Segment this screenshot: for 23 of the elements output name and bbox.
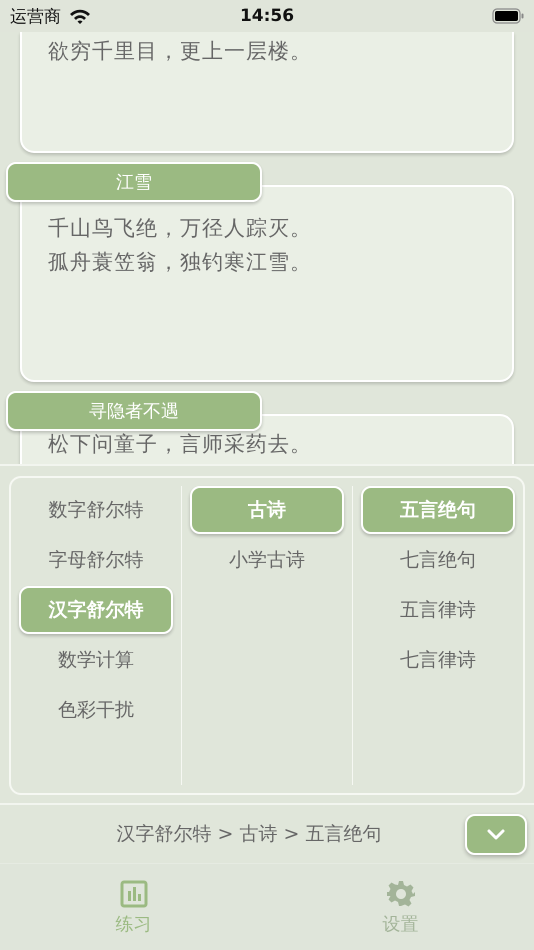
picker-option[interactable]: 数字舒尔特 — [19, 486, 173, 534]
wifi-icon — [69, 8, 91, 24]
poem-line: 孤舟蓑笠翁，独钓寒江雪。 — [48, 249, 313, 276]
dropdown-button[interactable] — [465, 814, 527, 855]
picker-option[interactable]: 七言律诗 — [361, 636, 515, 684]
poem-line: 欲穷千里目，更上一层楼。 — [48, 38, 313, 65]
breadcrumb-path: 汉字舒尔特 > 古诗 > 五言绝句 — [116, 822, 382, 847]
bar-chart-icon — [120, 880, 148, 908]
picker-option[interactable]: 五言律诗 — [361, 586, 515, 634]
picker-option[interactable]: 色彩干扰 — [19, 686, 173, 734]
poem-line: 千山鸟飞绝，万径人踪灭。 — [48, 215, 313, 242]
picker-option[interactable]: 七言绝句 — [361, 536, 515, 584]
picker-option[interactable]: 数学计算 — [19, 636, 173, 684]
poem-title: 江雪 — [6, 162, 262, 202]
poem-line: 松下问童子，言师采药去。 — [48, 431, 313, 458]
battery-icon — [492, 8, 524, 24]
picker-option[interactable]: 小学古诗 — [190, 536, 344, 584]
poem-title: 寻隐者不遇 — [6, 391, 262, 431]
picker-option[interactable]: 字母舒尔特 — [19, 536, 173, 584]
clock-time: 14:56 — [240, 6, 294, 26]
carrier-name: 运营商 — [10, 6, 61, 28]
chevron-down-icon — [487, 829, 505, 840]
settings-icon — [386, 880, 414, 908]
